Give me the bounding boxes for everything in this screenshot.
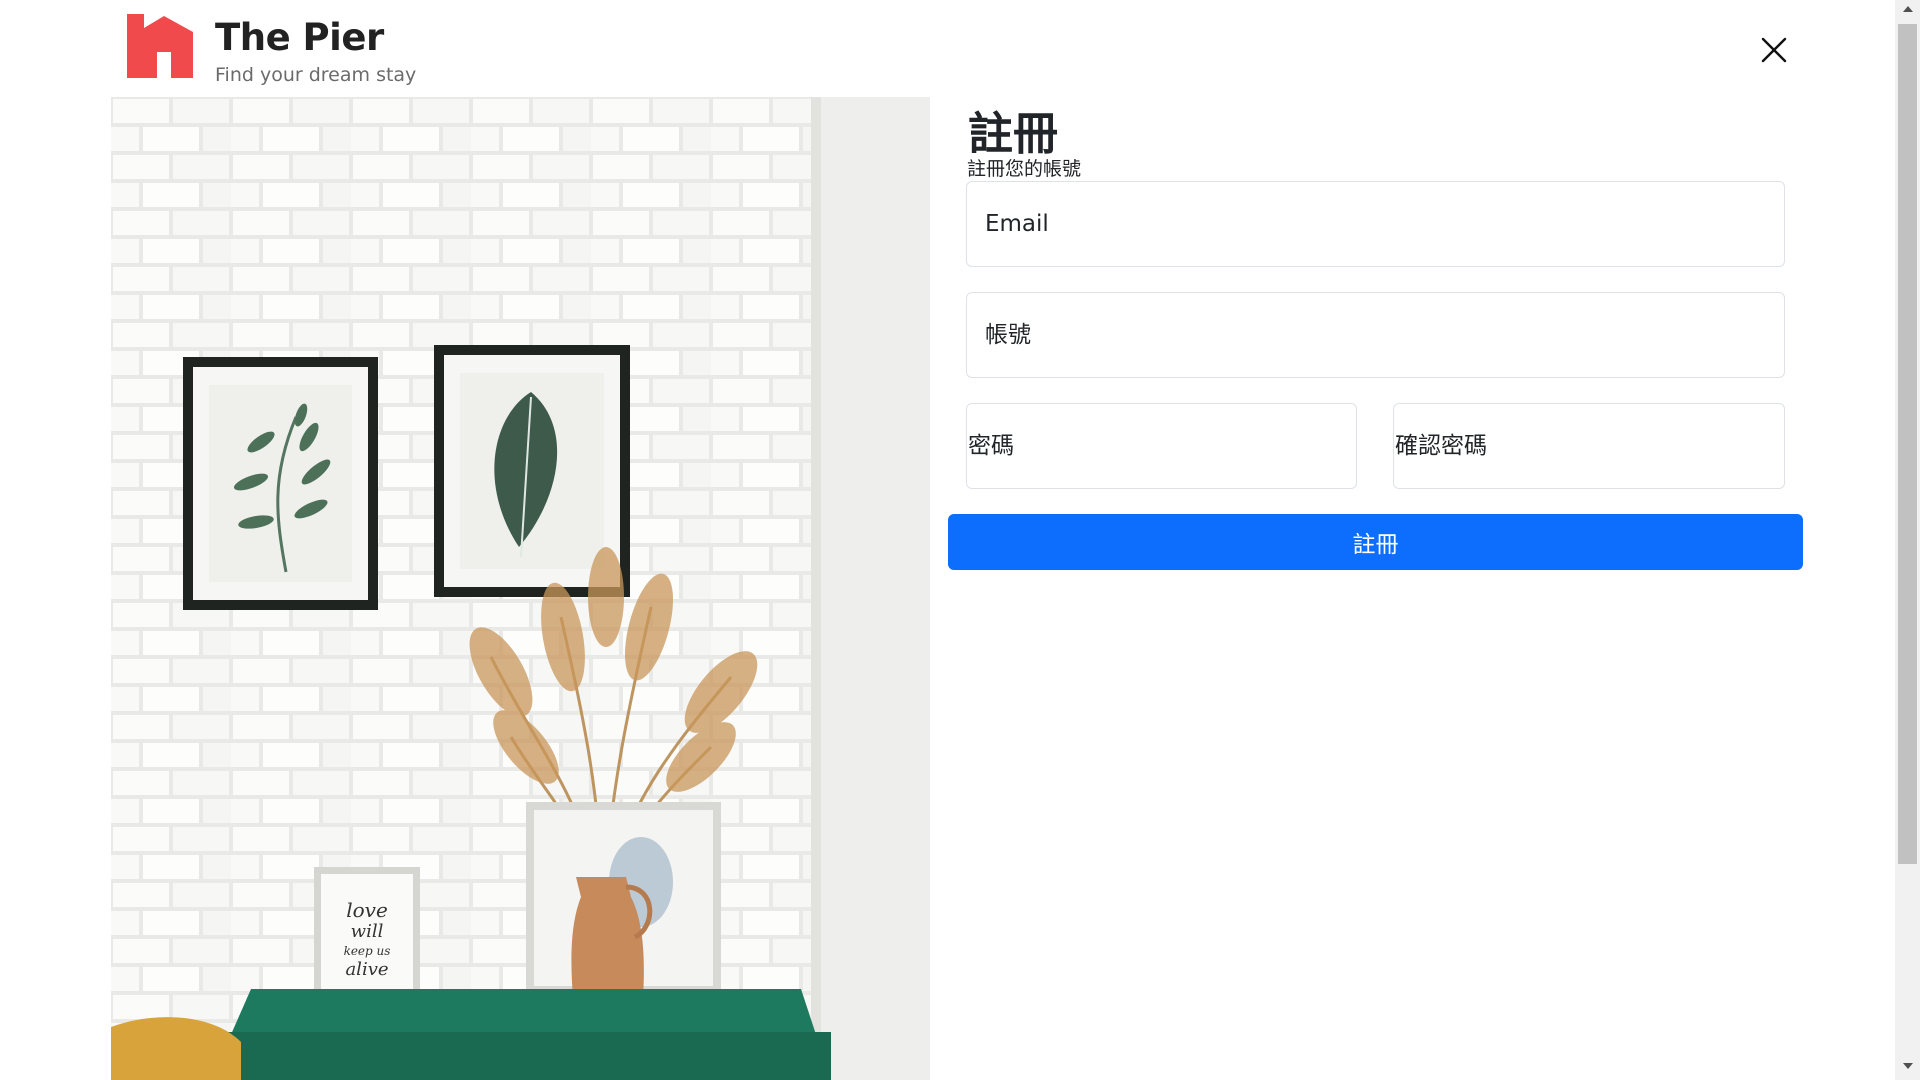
form-title: 註冊: [968, 107, 1059, 160]
interior-photo: love will keep us alive: [111, 97, 930, 1080]
email-field[interactable]: [967, 182, 1784, 266]
brand-tagline: Find your dream stay: [215, 64, 417, 86]
signup-page: The Pier Find your dream stay love will …: [0, 0, 1920, 1080]
scroll-up-arrow-icon[interactable]: [1903, 6, 1913, 12]
brand-title: The Pier: [215, 16, 384, 59]
signup-form: 註冊 註冊您的帳號 註冊: [948, 97, 1804, 697]
header: The Pier Find your dream stay: [0, 0, 1895, 97]
account-field[interactable]: [967, 293, 1784, 377]
sign-text-love: love: [346, 898, 388, 922]
scrollbar-thumb[interactable]: [1898, 24, 1917, 864]
account-field-container: [966, 292, 1785, 378]
sign-text-will: will: [351, 921, 384, 942]
close-icon[interactable]: [1760, 36, 1788, 64]
house-logo-icon[interactable]: [127, 14, 193, 78]
register-button[interactable]: 註冊: [948, 514, 1803, 570]
confirm-password-field-container: [1393, 403, 1785, 489]
sign-text-alive: alive: [345, 959, 388, 980]
sign-text-keepus: keep us: [344, 944, 391, 958]
scroll-down-arrow-icon[interactable]: [1903, 1063, 1913, 1069]
confirm-password-field[interactable]: [1394, 404, 1784, 488]
form-subtitle: 註冊您的帳號: [967, 158, 1082, 180]
password-field[interactable]: [967, 404, 1356, 488]
password-field-container: [966, 403, 1357, 489]
vertical-scrollbar[interactable]: [1895, 0, 1920, 1080]
email-field-container: [966, 181, 1785, 267]
